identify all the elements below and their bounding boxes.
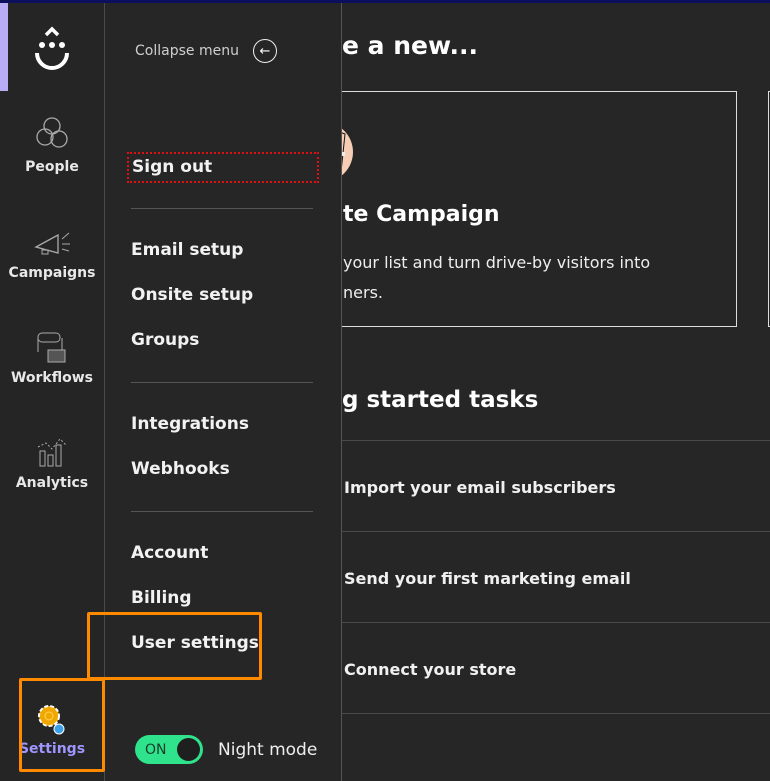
rail-item-analytics[interactable]: Analytics xyxy=(0,435,104,491)
toggle-state: ON xyxy=(145,741,167,758)
tasks-heading: g started tasks xyxy=(342,387,539,413)
task-row[interactable]: Import your email subscribers xyxy=(342,440,770,531)
menu-item-user-settings[interactable]: User settings xyxy=(131,633,259,653)
sign-out-label: Sign out xyxy=(132,157,213,177)
task-row[interactable]: Connect your store xyxy=(342,622,770,713)
rail-label: Analytics xyxy=(15,475,89,491)
rail-label: Campaigns xyxy=(8,265,96,281)
collapse-menu-button[interactable]: Collapse menu ← xyxy=(135,39,277,63)
illustration-icon xyxy=(342,128,353,176)
menu-item-email-setup[interactable]: Email setup xyxy=(131,240,243,260)
menu-item-onsite-setup[interactable]: Onsite setup xyxy=(131,285,253,305)
divider xyxy=(131,208,313,209)
card-desc-line: ners. xyxy=(343,283,383,302)
card-title: te Campaign xyxy=(343,202,500,227)
divider xyxy=(131,511,313,512)
workflow-icon xyxy=(37,332,66,363)
rail-item-workflows[interactable]: Workflows xyxy=(0,330,104,386)
menu-item-webhooks[interactable]: Webhooks xyxy=(131,459,230,479)
rail-label: Settings xyxy=(18,741,86,757)
arrow-left-icon: ← xyxy=(252,39,277,63)
card-desc-line: your list and turn drive-by visitors int… xyxy=(343,253,651,272)
rail-item-campaigns[interactable]: Campaigns xyxy=(0,225,104,281)
rail-item-settings[interactable]: Settings xyxy=(0,701,104,757)
rail-label: People xyxy=(25,159,79,175)
people-icon xyxy=(36,117,68,148)
campaign-card[interactable]: te Campaign your list and turn drive-by … xyxy=(342,91,737,327)
night-mode-label: Night mode xyxy=(218,740,318,760)
settings-flyout-menu: Collapse menu ← Sign out Email setup Ons… xyxy=(105,3,342,781)
task-row[interactable]: Send your first marketing email xyxy=(342,531,770,622)
megaphone-icon xyxy=(34,232,70,255)
menu-item-account[interactable]: Account xyxy=(131,543,208,563)
sign-out-link[interactable]: Sign out xyxy=(127,152,319,183)
main-content: e a new... te Campaign your list and tur… xyxy=(342,3,770,781)
rail-item-people[interactable]: People xyxy=(0,115,104,175)
divider xyxy=(131,382,313,383)
analytics-icon xyxy=(37,438,67,467)
collapse-label: Collapse menu xyxy=(135,43,239,59)
menu-item-integrations[interactable]: Integrations xyxy=(131,414,249,434)
settings-gear-icon xyxy=(38,705,65,735)
logo-icon xyxy=(35,26,69,70)
nav-rail: People Campaigns Workflows Analytics Set… xyxy=(0,3,105,781)
night-mode-toggle[interactable]: ON xyxy=(135,735,203,764)
active-indicator xyxy=(0,3,8,91)
rail-label: Workflows xyxy=(10,370,94,386)
menu-item-billing[interactable]: Billing xyxy=(131,588,192,608)
card-description: your list and turn drive-by visitors int… xyxy=(343,248,650,308)
page-heading: e a new... xyxy=(342,31,478,60)
task-row-divider xyxy=(342,713,770,781)
menu-item-groups[interactable]: Groups xyxy=(131,330,199,350)
toggle-knob xyxy=(177,738,200,761)
